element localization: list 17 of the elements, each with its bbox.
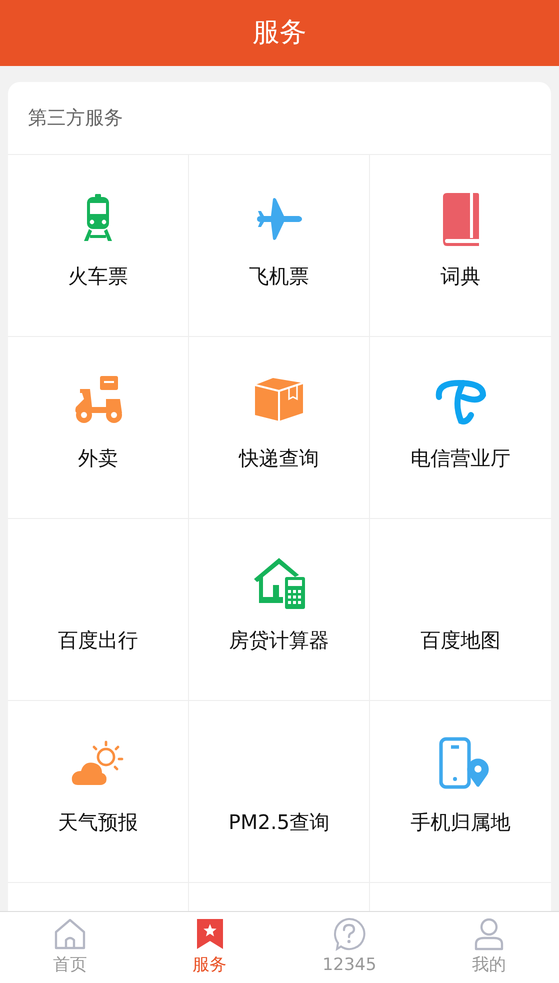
service-tile[interactable]: 飞机票 [189, 155, 370, 337]
tab-bar-item[interactable]: 服务 [140, 912, 280, 983]
home-icon [52, 916, 87, 951]
help-icon [332, 916, 366, 951]
service-tile[interactable]: 快递查询 [189, 337, 370, 519]
service-tile[interactable]: 天气预报 [8, 701, 189, 883]
service-tile[interactable]: 外卖 [8, 337, 189, 519]
service-tile[interactable]: 房贷计算器 [189, 519, 370, 701]
service-tile[interactable]: 火车票 [8, 155, 189, 337]
section-title: 第三方服务 [28, 106, 123, 131]
service-tile[interactable]: 百度出行 [8, 519, 189, 701]
service-tile[interactable]: 手机归属地 [370, 701, 551, 883]
service-tile[interactable]: 百度地图 [370, 519, 551, 701]
service-tile[interactable]: 电信营业厅 [370, 337, 551, 519]
page-title: 服务 [252, 16, 306, 50]
service-tile[interactable]: PM2.5查询 [189, 701, 370, 883]
service-tile[interactable]: 词典 [370, 155, 551, 337]
